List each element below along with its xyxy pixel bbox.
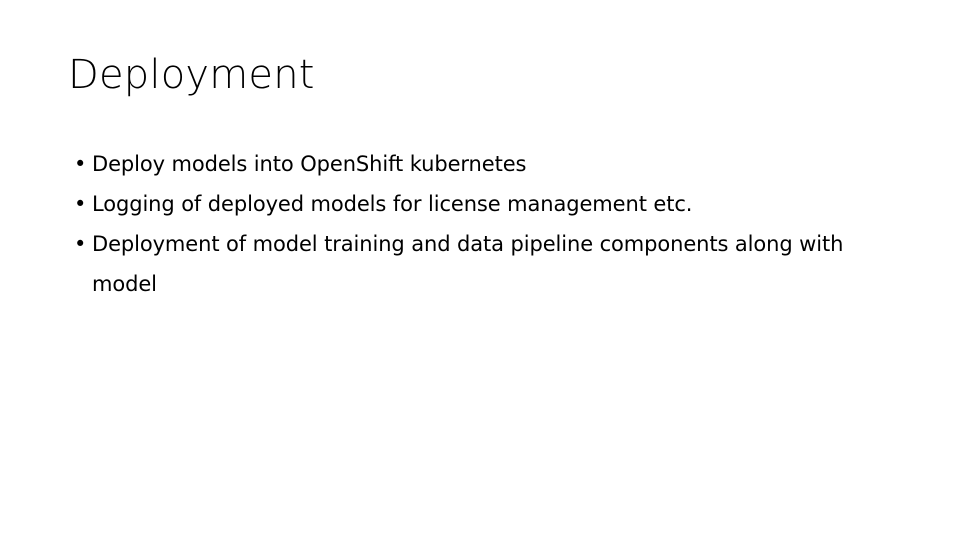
bullet-point-icon: • [74,192,87,216]
slide-content-body: • Deploy models into OpenShift kubernete… [68,144,898,304]
slide: Deployment • Deploy models into OpenShif… [0,0,960,540]
bullet-list: • Deploy models into OpenShift kubernete… [68,144,898,304]
list-item-text: Logging of deployed models for license m… [92,192,693,216]
list-item: • Deploy models into OpenShift kubernete… [68,144,898,184]
bullet-point-icon: • [74,232,87,256]
list-item: • Logging of deployed models for license… [68,184,898,224]
bullet-point-icon: • [74,152,87,176]
page-title: Deployment [68,52,315,98]
list-item: • Deployment of model training and data … [68,224,898,304]
list-item-text: Deployment of model training and data pi… [92,232,844,296]
list-item-text: Deploy models into OpenShift kubernetes [92,152,527,176]
